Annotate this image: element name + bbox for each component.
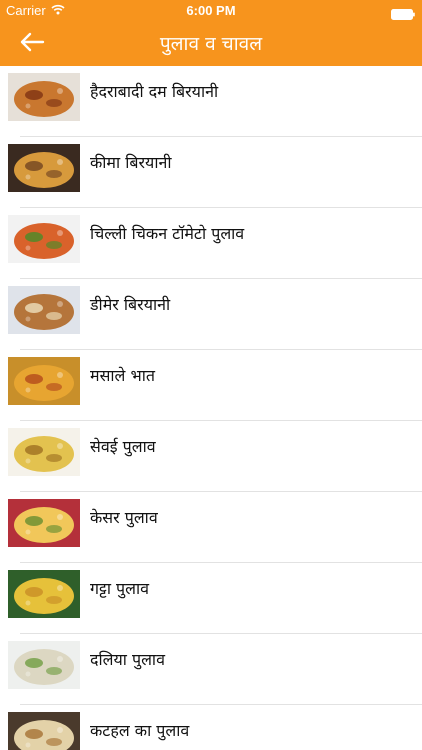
- recipe-thumbnail: [8, 286, 80, 334]
- recipe-thumbnail: [8, 712, 80, 750]
- recipe-thumbnail: [8, 215, 80, 263]
- recipe-title: हैदराबादी दम बिरयानी: [90, 82, 219, 101]
- back-button[interactable]: [14, 28, 50, 60]
- recipe-thumbnail: [8, 499, 80, 547]
- recipe-list-item[interactable]: हैदराबादी दम बिरयानी: [0, 66, 422, 137]
- recipe-thumbnail: [8, 428, 80, 476]
- status-time: 6:00 PM: [186, 3, 236, 18]
- navigation-bar: पुलाव व चावल: [0, 22, 422, 66]
- recipe-list-item[interactable]: चिल्ली चिकन टॉमेटो पुलाव: [0, 208, 422, 279]
- recipe-title: कटहल का पुलाव: [90, 721, 190, 740]
- recipe-title: डीमेर बिरयानी: [90, 295, 171, 314]
- recipe-title: केसर पुलाव: [90, 508, 158, 527]
- recipe-title: मसाले भात: [90, 366, 155, 385]
- recipe-list-item[interactable]: सेवई पुलाव: [0, 421, 422, 492]
- recipe-thumbnail: [8, 73, 80, 121]
- recipe-thumbnail: [8, 570, 80, 618]
- recipe-list-item[interactable]: डीमेर बिरयानी: [0, 279, 422, 350]
- app-header: Carrier 6:00 PM पुलाव व चावल: [0, 0, 422, 66]
- recipe-title: सेवई पुलाव: [90, 437, 156, 456]
- recipe-list[interactable]: हैदराबादी दम बिरयानी कीमा बिरयानी चिल्ली च…: [0, 66, 422, 750]
- recipe-thumbnail: [8, 641, 80, 689]
- recipe-list-item[interactable]: कीमा बिरयानी: [0, 137, 422, 208]
- arrow-left-icon: [19, 32, 45, 56]
- recipe-title: चिल्ली चिकन टॉमेटो पुलाव: [90, 224, 245, 243]
- recipe-list-item[interactable]: कटहल का पुलाव: [0, 705, 422, 750]
- recipe-title: कीमा बिरयानी: [90, 153, 172, 172]
- battery-icon: [391, 5, 415, 20]
- recipe-list-item[interactable]: दलिया पुलाव: [0, 634, 422, 705]
- recipe-thumbnail: [8, 357, 80, 405]
- recipe-title: दलिया पुलाव: [90, 650, 165, 669]
- recipe-title: गट्टा पुलाव: [90, 579, 150, 598]
- recipe-list-item[interactable]: केसर पुलाव: [0, 492, 422, 563]
- page-title: पुलाव व चावल: [159, 33, 263, 55]
- recipe-list-item[interactable]: मसाले भात: [0, 350, 422, 421]
- recipe-list-item[interactable]: गट्टा पुलाव: [0, 563, 422, 634]
- status-bar: Carrier 6:00 PM: [0, 0, 422, 22]
- recipe-thumbnail: [8, 144, 80, 192]
